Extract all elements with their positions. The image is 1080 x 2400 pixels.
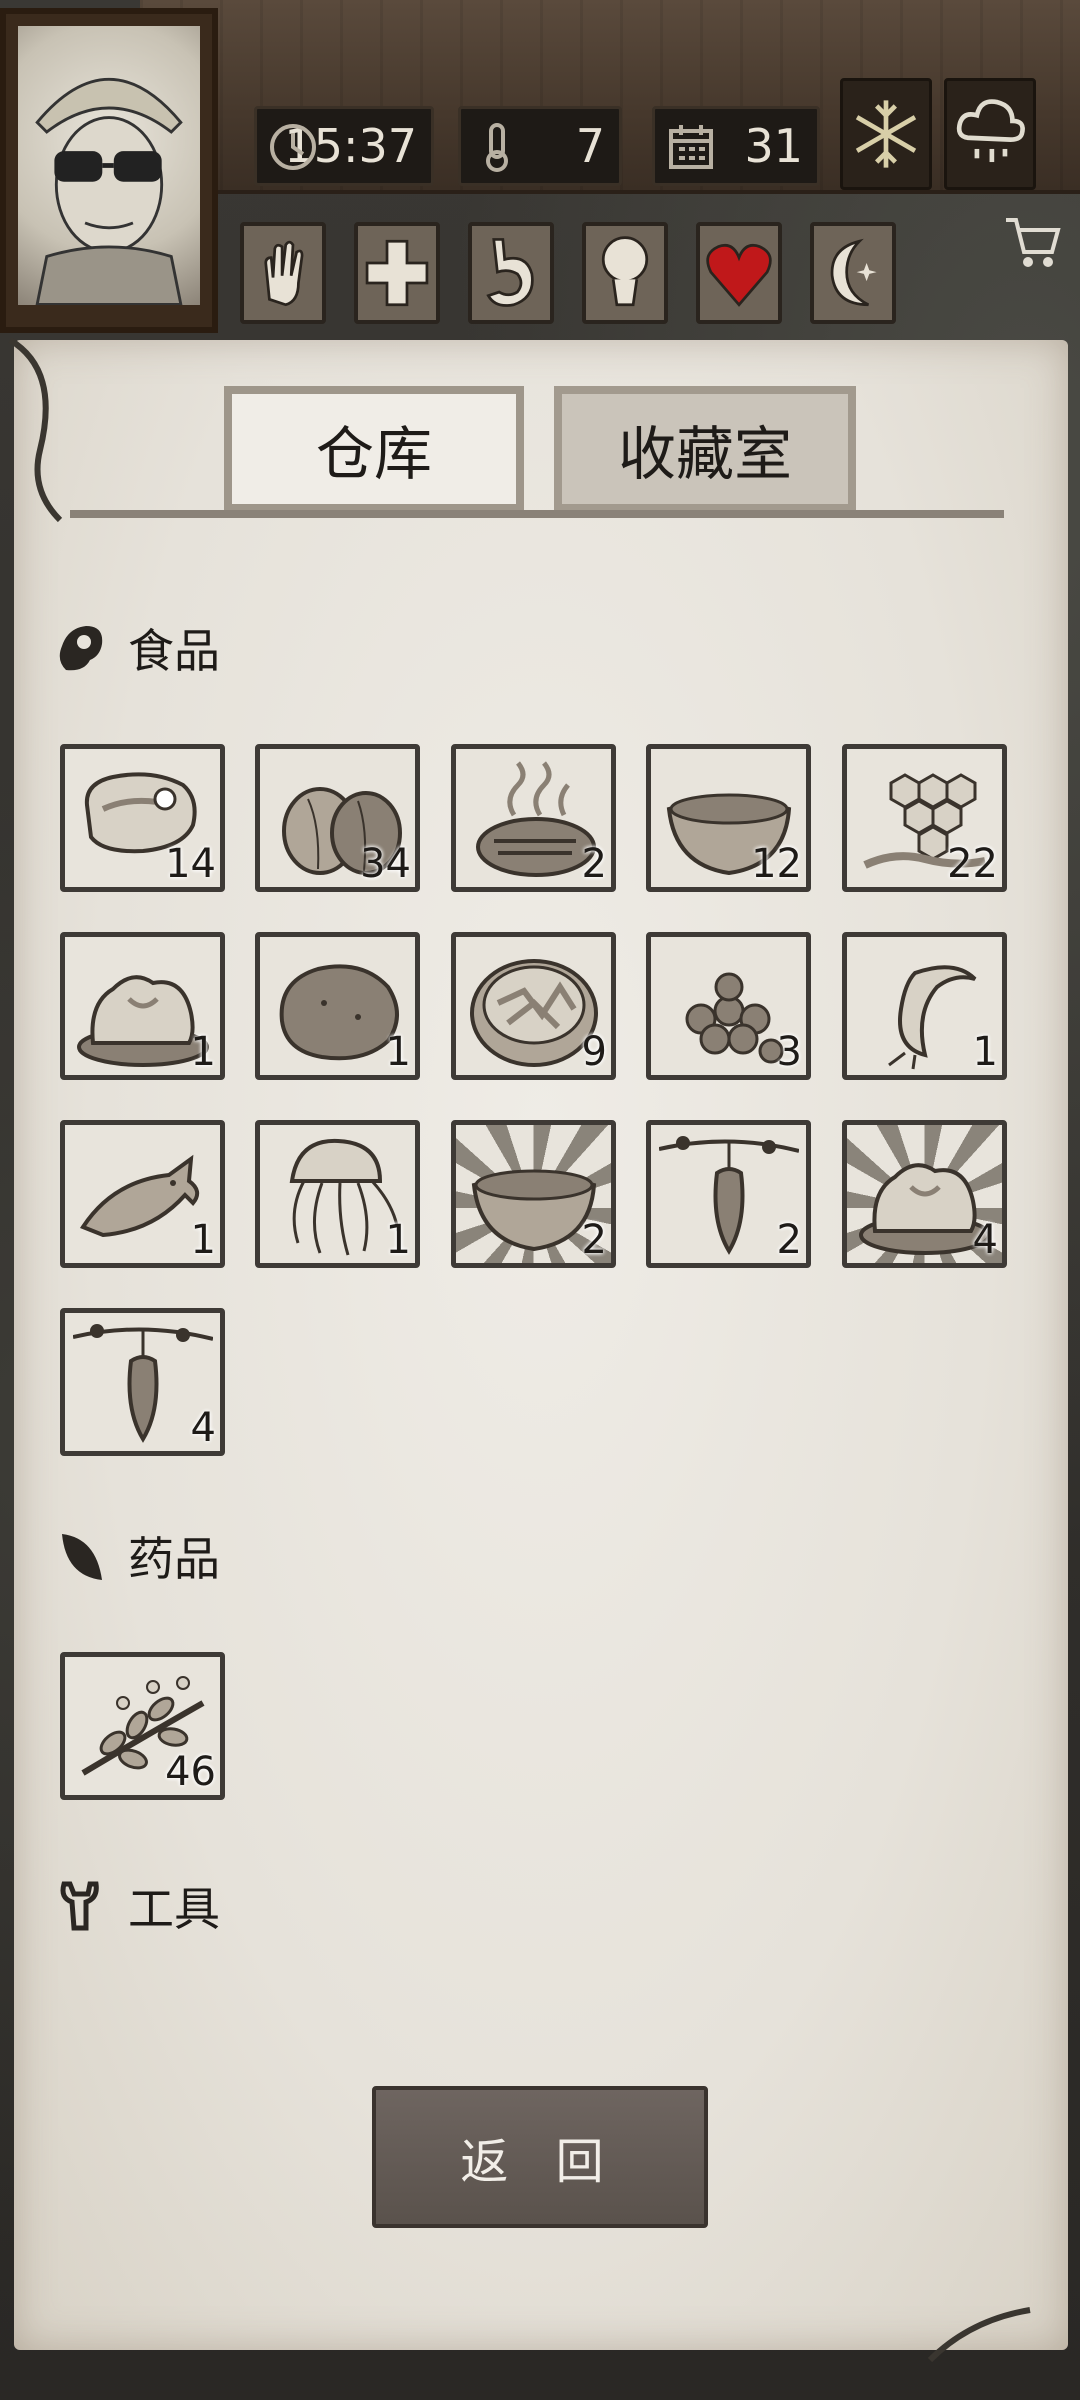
health-status[interactable] (354, 222, 440, 324)
snowflake-icon (855, 100, 917, 168)
inventory-slot[interactable]: 14 (60, 744, 225, 892)
tools-section-title: 工具 (128, 1882, 220, 1936)
tools-section-header: 工具 (56, 1876, 220, 1936)
item-count: 1 (972, 1029, 998, 1075)
player-portrait[interactable] (0, 8, 218, 333)
tab-collection[interactable]: 收藏室 (554, 386, 856, 512)
food-section-header: 食品 (56, 618, 220, 678)
inventory-slot[interactable]: 1 (255, 1120, 420, 1268)
food-section-title: 食品 (128, 624, 220, 678)
sleep-status[interactable] (810, 222, 896, 324)
inventory-slot[interactable]: 2 (451, 744, 616, 892)
item-count: 2 (581, 841, 607, 887)
inventory-slot[interactable]: 2 (451, 1120, 616, 1268)
inventory-slot[interactable]: 12 (646, 744, 811, 892)
item-count: 9 (581, 1029, 607, 1075)
thermometer-icon (486, 123, 508, 172)
hand-status[interactable] (240, 222, 326, 324)
inventory-slot[interactable]: 3 (646, 932, 811, 1080)
item-count: 1 (385, 1029, 411, 1075)
moon-icon (830, 238, 877, 307)
snowflake-button[interactable] (840, 78, 932, 190)
item-count: 1 (190, 1029, 216, 1075)
inventory-slot[interactable]: 22 (842, 744, 1007, 892)
day-display: 31 (652, 106, 820, 186)
day-value: 31 (744, 119, 803, 173)
hunger-status[interactable] (468, 222, 554, 324)
meat-icon (59, 626, 103, 671)
inventory-slot[interactable]: 2 (646, 1120, 811, 1268)
avatar-icon (35, 78, 183, 305)
item-count: 46 (165, 1749, 216, 1795)
item-count: 22 (947, 841, 998, 887)
item-count: 4 (190, 1405, 216, 1451)
calendar-icon (669, 125, 713, 169)
heart-status[interactable] (696, 222, 782, 324)
temperature-display: 7 (458, 106, 622, 186)
stomach-icon (486, 238, 534, 307)
item-count: 12 (751, 841, 802, 887)
time-display: 15:37 (254, 106, 434, 186)
item-count: 4 (972, 1217, 998, 1263)
inventory-slot[interactable]: 4 (60, 1308, 225, 1456)
back-button[interactable]: 返 回 (372, 2086, 708, 2228)
inventory-slot[interactable]: 1 (60, 1120, 225, 1268)
inventory-slot[interactable]: 34 (255, 744, 420, 892)
item-count: 1 (190, 1217, 216, 1263)
heart-icon (706, 243, 772, 307)
item-count: 1 (385, 1217, 411, 1263)
wrench-icon (60, 1881, 99, 1931)
tab-divider (70, 510, 1004, 518)
item-count: 14 (165, 841, 216, 887)
temperature-value: 7 (575, 119, 605, 173)
inventory-slot[interactable]: 9 (451, 932, 616, 1080)
medicine-section-title: 药品 (128, 1532, 220, 1586)
medicine-section-header: 药品 (56, 1526, 220, 1586)
mind-icon (601, 236, 649, 307)
health-cross-icon (365, 239, 429, 307)
item-count: 34 (360, 841, 411, 887)
vine-decoration (927, 2307, 1031, 2363)
item-count: 2 (581, 1217, 607, 1263)
clock-icon (270, 124, 316, 170)
hand-icon (264, 240, 304, 307)
inventory-slot[interactable]: 4 (842, 1120, 1007, 1268)
weather-button[interactable] (944, 78, 1036, 190)
inventory-slot[interactable]: 1 (842, 932, 1007, 1080)
shop-cart-icon[interactable] (1002, 212, 1064, 274)
inventory-slot[interactable]: 1 (60, 932, 225, 1080)
mind-status[interactable] (582, 222, 668, 324)
inventory-slot[interactable]: 46 (60, 1652, 225, 1800)
rain-cloud-icon (956, 99, 1025, 163)
tab-warehouse[interactable]: 仓库 (224, 386, 524, 512)
inventory-slot[interactable]: 1 (255, 932, 420, 1080)
item-count: 2 (776, 1217, 802, 1263)
vine-decoration (8, 337, 63, 523)
item-count: 3 (776, 1029, 802, 1075)
leaf-icon (62, 1534, 102, 1580)
